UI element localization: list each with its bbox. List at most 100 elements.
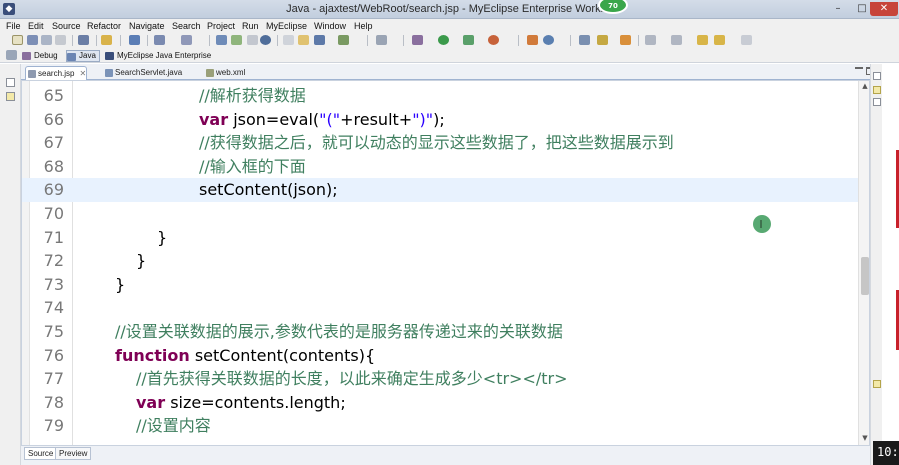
close-icon[interactable]: ✕ <box>79 69 86 78</box>
code-text: var json=eval("("+result+")"); <box>199 108 445 132</box>
print-icon[interactable] <box>55 35 66 45</box>
wizard-2-icon[interactable] <box>181 35 192 45</box>
package-explorer-icon[interactable] <box>6 92 15 101</box>
perspective-myeclipse[interactable]: MyEclipse Java Enterprise <box>105 50 211 62</box>
restore-view-icon[interactable] <box>6 78 15 87</box>
new-class-icon[interactable] <box>543 35 554 45</box>
code-line-72[interactable]: 72 } <box>22 249 862 273</box>
debug-icon <box>22 52 31 60</box>
toolbar-separator <box>403 35 404 46</box>
minimize-button[interactable]: – <box>826 2 850 16</box>
menu-refactor[interactable]: Refactor <box>87 19 121 33</box>
code-line-76[interactable]: 76 function setContent(contents){ <box>22 344 862 368</box>
code-line-74[interactable]: 74 <box>22 296 862 320</box>
toolbar-separator <box>147 35 148 46</box>
menu-file[interactable]: File <box>6 19 21 33</box>
tab-preview[interactable]: Preview <box>55 447 92 460</box>
code-text: //获得数据之后，就可以动态的显示这些数据了，把这些数据展示到 <box>199 133 674 153</box>
string-literal: "(" <box>319 109 341 129</box>
package-icon[interactable] <box>298 35 309 45</box>
code-line-67[interactable]: 67 //获得数据之后，就可以动态的显示这些数据了，把这些数据展示到 <box>22 131 862 155</box>
menu-help[interactable]: Help <box>354 19 373 33</box>
last-edit-icon[interactable] <box>697 35 708 45</box>
image-icon[interactable] <box>314 35 325 45</box>
menu-window[interactable]: Window <box>314 19 346 33</box>
menu-edit[interactable]: Edit <box>28 19 44 33</box>
code-line-69-current[interactable]: 69 setContent(json); <box>22 178 862 202</box>
console-view-icon[interactable] <box>873 380 881 388</box>
code-line-65[interactable]: 65 //解析获得数据 <box>22 84 862 108</box>
line-number: 73 <box>43 274 64 294</box>
wizard-icon[interactable] <box>154 35 165 45</box>
restore-view-icon[interactable] <box>873 72 881 80</box>
tab-search-jsp[interactable]: search.jsp ✕ <box>25 66 88 80</box>
tab-label: SearchServlet.java <box>115 68 183 77</box>
perspective-java[interactable]: Java <box>66 50 100 62</box>
toolbar-separator <box>120 35 121 46</box>
code-line-70[interactable]: 70 <box>22 202 862 226</box>
perspective-debug[interactable]: Debug <box>22 50 58 62</box>
back-icon[interactable] <box>714 35 725 45</box>
scroll-down-arrow-icon[interactable]: ▼ <box>859 433 869 443</box>
task-list-icon[interactable] <box>873 98 881 106</box>
close-button[interactable]: ✕ <box>870 2 898 16</box>
toolbar-separator <box>638 35 639 46</box>
save-all-icon[interactable] <box>41 35 52 45</box>
menu-project[interactable]: Project <box>207 19 235 33</box>
deploy-icon[interactable] <box>101 35 112 45</box>
window-title: Java - ajaxtest/WebRoot/search.jsp - MyE… <box>286 3 613 15</box>
outline-view-icon[interactable] <box>873 86 881 94</box>
code-line-75[interactable]: 75 //设置关联数据的展示,参数代表的是服务器传递过来的关联数据 <box>22 320 862 344</box>
menu-source[interactable]: Source <box>52 19 81 33</box>
open-type-icon[interactable] <box>129 35 140 45</box>
debug-bug-icon[interactable] <box>412 35 423 45</box>
scroll-up-arrow-icon[interactable]: ▲ <box>859 81 869 91</box>
next-annotation-icon[interactable] <box>645 35 656 45</box>
web-icon[interactable] <box>231 35 242 45</box>
project-icon[interactable] <box>216 35 227 45</box>
tab-searchservlet-java[interactable]: SearchServlet.java <box>103 66 182 80</box>
doc-icon[interactable] <box>283 35 294 45</box>
run-icon[interactable] <box>438 35 449 45</box>
code-line-73[interactable]: 73 } <box>22 273 862 297</box>
line-number: 67 <box>43 133 64 153</box>
search-pen-icon[interactable] <box>597 35 608 45</box>
code-line-77[interactable]: 77 //首先获得关联数据的长度，以此来确定生成多少<tr></tr> <box>22 367 862 391</box>
vertical-scrollbar[interactable]: ▲ ▼ <box>858 81 869 445</box>
code-line-79[interactable]: 79 //设置内容 <box>22 414 862 438</box>
browser-icon[interactable] <box>247 35 258 45</box>
code-text: //首先获得关联数据的长度，以此来确定生成多少<tr></tr> <box>136 369 568 389</box>
perspective-bar: Debug Java MyEclipse Java Enterprise <box>0 48 899 63</box>
keyword: var <box>136 392 166 412</box>
menu-run[interactable]: Run <box>242 19 259 33</box>
code-text: //输入框的下面 <box>199 156 306 176</box>
scrollbar-thumb[interactable] <box>861 257 869 295</box>
tasks-icon[interactable] <box>620 35 631 45</box>
server-icon[interactable] <box>78 35 89 45</box>
stop-icon[interactable] <box>488 35 499 45</box>
prev-annotation-icon[interactable] <box>671 35 682 45</box>
minimize-editor-icon[interactable] <box>855 67 863 73</box>
code-line-78[interactable]: 78 var size=contents.length; <box>22 391 862 415</box>
build-icon[interactable] <box>527 35 538 45</box>
new-icon[interactable] <box>12 35 23 45</box>
left-trim-bar <box>0 64 21 465</box>
menu-search[interactable]: Search <box>172 19 201 33</box>
code-line-71[interactable]: 71 } <box>22 226 862 250</box>
forward-icon[interactable] <box>741 35 752 45</box>
menu-myeclipse[interactable]: MyEclipse <box>266 19 307 33</box>
run-external-icon[interactable] <box>463 35 474 45</box>
code-line-66[interactable]: 66 var json=eval("("+result+")"); <box>22 108 862 132</box>
open-perspective-icon[interactable] <box>579 35 590 45</box>
code-line-68[interactable]: 68 //输入框的下面 <box>22 155 862 179</box>
save-icon[interactable] <box>27 35 38 45</box>
code-editor[interactable]: 65 //解析获得数据 66 var json=eval("("+result+… <box>21 80 870 446</box>
open-perspective-icon[interactable] <box>6 50 17 60</box>
tab-source[interactable]: Source <box>24 447 58 460</box>
menu-navigate[interactable]: Navigate <box>129 19 165 33</box>
globe-icon[interactable] <box>260 35 271 45</box>
line-number: 66 <box>43 109 64 129</box>
db-icon[interactable] <box>338 35 349 45</box>
terminal-icon[interactable] <box>376 35 387 45</box>
tab-web-xml[interactable]: web.xml <box>204 66 245 80</box>
